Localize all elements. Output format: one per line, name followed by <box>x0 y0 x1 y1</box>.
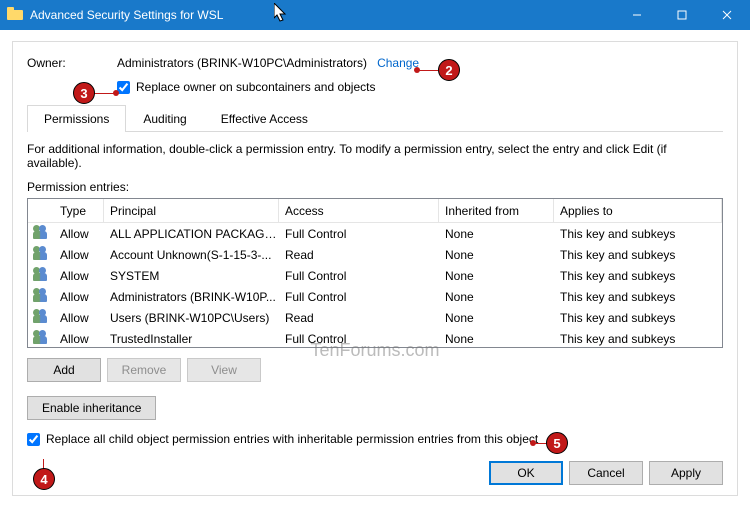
entry-buttons-row: Add Remove View <box>27 358 723 382</box>
cell-inherited: None <box>439 248 554 262</box>
col-type[interactable]: Type <box>54 199 104 222</box>
group-icon <box>33 288 49 302</box>
tab-auditing[interactable]: Auditing <box>126 105 203 132</box>
cell-applies: This key and subkeys <box>554 227 722 241</box>
window-title: Advanced Security Settings for WSL <box>30 8 223 22</box>
replace-child-label[interactable]: Replace all child object permission entr… <box>46 432 538 446</box>
replace-owner-label[interactable]: Replace owner on subcontainers and objec… <box>136 80 375 94</box>
cell-inherited: None <box>439 311 554 325</box>
cell-access: Full Control <box>279 227 439 241</box>
minimize-button[interactable] <box>614 0 659 30</box>
callout-line-2 <box>417 70 438 71</box>
cell-type: Allow <box>54 311 104 325</box>
tab-effective-access[interactable]: Effective Access <box>204 105 325 132</box>
table-row[interactable]: AllowUsers (BRINK-W10PC\Users)ReadNoneTh… <box>28 307 722 328</box>
group-icon <box>33 267 49 281</box>
cell-principal: ALL APPLICATION PACKAGES <box>104 227 279 241</box>
cancel-button[interactable]: Cancel <box>569 461 643 485</box>
cell-inherited: None <box>439 269 554 283</box>
table-row[interactable]: AllowAccount Unknown(S-1-15-3-...ReadNon… <box>28 244 722 265</box>
owner-value: Administrators (BRINK-W10PC\Administrato… <box>117 56 367 70</box>
cell-type: Allow <box>54 269 104 283</box>
callout-2: 2 <box>438 59 460 81</box>
col-applies[interactable]: Applies to <box>554 199 722 222</box>
folder-icon <box>7 7 23 23</box>
cell-principal: Users (BRINK-W10PC\Users) <box>104 311 279 325</box>
table-row[interactable]: AllowSYSTEMFull ControlNoneThis key and … <box>28 265 722 286</box>
permission-entries-label: Permission entries: <box>27 180 723 194</box>
group-icon <box>33 309 49 323</box>
callout-line-5 <box>533 443 547 444</box>
ok-button[interactable]: OK <box>489 461 563 485</box>
enable-inheritance-row: Enable inheritance <box>27 396 723 420</box>
group-icon <box>33 330 49 344</box>
table-header: Type Principal Access Inherited from App… <box>28 199 722 223</box>
apply-button[interactable]: Apply <box>649 461 723 485</box>
cell-principal: Administrators (BRINK-W10P... <box>104 290 279 304</box>
tabs: Permissions Auditing Effective Access <box>27 104 723 132</box>
cell-type: Allow <box>54 248 104 262</box>
col-principal[interactable]: Principal <box>104 199 279 222</box>
cell-access: Read <box>279 248 439 262</box>
cell-inherited: None <box>439 332 554 346</box>
cursor-icon <box>274 3 290 25</box>
col-access[interactable]: Access <box>279 199 439 222</box>
table-row[interactable]: AllowAdministrators (BRINK-W10P...Full C… <box>28 286 722 307</box>
cell-access: Read <box>279 311 439 325</box>
cell-type: Allow <box>54 227 104 241</box>
cell-applies: This key and subkeys <box>554 332 722 346</box>
table-row[interactable]: AllowALL APPLICATION PACKAGESFull Contro… <box>28 223 722 244</box>
maximize-button[interactable] <box>659 0 704 30</box>
dialog-buttons: OK Cancel Apply <box>489 461 723 485</box>
cell-applies: This key and subkeys <box>554 248 722 262</box>
replace-owner-row: Replace owner on subcontainers and objec… <box>117 80 723 94</box>
cell-access: Full Control <box>279 290 439 304</box>
replace-child-row: Replace all child object permission entr… <box>27 432 723 446</box>
cell-inherited: None <box>439 227 554 241</box>
content-panel: Owner: Administrators (BRINK-W10PC\Admin… <box>12 41 738 496</box>
view-button: View <box>187 358 261 382</box>
permission-table: Type Principal Access Inherited from App… <box>27 198 723 348</box>
cell-type: Allow <box>54 332 104 346</box>
owner-label: Owner: <box>27 56 117 70</box>
group-icon <box>33 246 49 260</box>
cell-applies: This key and subkeys <box>554 311 722 325</box>
cell-applies: This key and subkeys <box>554 269 722 283</box>
callout-line-3 <box>94 93 114 94</box>
cell-principal: Account Unknown(S-1-15-3-... <box>104 248 279 262</box>
enable-inheritance-button[interactable]: Enable inheritance <box>27 396 156 420</box>
table-row[interactable]: AllowTrustedInstallerFull ControlNoneThi… <box>28 328 722 348</box>
caption-buttons <box>614 0 750 30</box>
info-text: For additional information, double-click… <box>27 142 723 170</box>
cell-type: Allow <box>54 290 104 304</box>
remove-button: Remove <box>107 358 181 382</box>
group-icon <box>33 225 49 239</box>
close-button[interactable] <box>704 0 750 30</box>
add-button[interactable]: Add <box>27 358 101 382</box>
callout-5: 5 <box>546 432 568 454</box>
titlebar: Advanced Security Settings for WSL <box>0 0 750 30</box>
cell-access: Full Control <box>279 269 439 283</box>
col-inherited[interactable]: Inherited from <box>439 199 554 222</box>
tab-permissions[interactable]: Permissions <box>27 105 126 132</box>
cell-inherited: None <box>439 290 554 304</box>
callout-4: 4 <box>33 468 55 490</box>
owner-row: Owner: Administrators (BRINK-W10PC\Admin… <box>27 56 723 70</box>
cell-applies: This key and subkeys <box>554 290 722 304</box>
cell-principal: SYSTEM <box>104 269 279 283</box>
owner-change-link[interactable]: Change <box>377 56 419 70</box>
callout-3: 3 <box>73 82 95 104</box>
cell-access: Full Control <box>279 332 439 346</box>
cell-principal: TrustedInstaller <box>104 332 279 346</box>
